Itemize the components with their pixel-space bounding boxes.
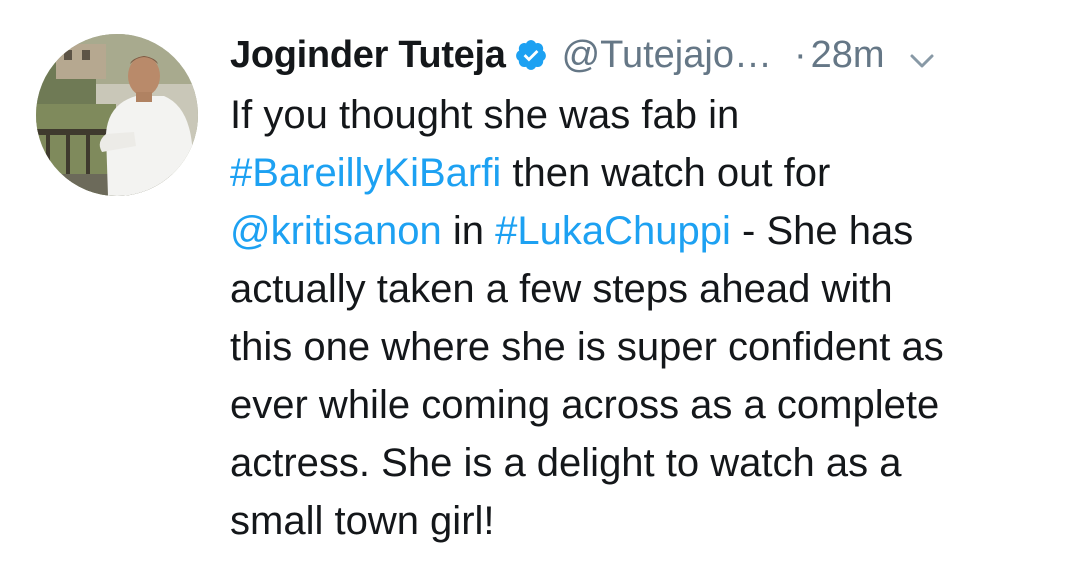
- avatar-photo: [36, 34, 198, 196]
- tweet-text-segment: actually taken a few steps ahead with: [230, 267, 893, 311]
- tweet-text-segment: - She has: [730, 209, 914, 253]
- tweet-text-segment: If you thought she was fab in: [230, 93, 740, 137]
- tweet-text-line: ever while coming across as a complete: [230, 376, 1060, 434]
- hashtag-link[interactable]: #BareillyKiBarfi: [230, 151, 501, 195]
- mention-link[interactable]: @kritisanon: [230, 209, 442, 253]
- tweet-text-segment: small town girl!: [230, 499, 495, 543]
- tweet-text: If you thought she was fab in #BareillyKi…: [230, 86, 1060, 550]
- tweet-text-line: @kritisanon in #LukaChuppi - She has: [230, 202, 1060, 260]
- tweet-content: Joginder Tuteja @Tutejajo… · 28m If you …: [230, 24, 1060, 550]
- tweet-text-segment: in: [441, 209, 496, 253]
- tweet-card: Joginder Tuteja @Tutejajo… · 28m If you …: [0, 0, 1080, 576]
- tweet-text-segment: ever while coming across as a complete: [230, 383, 940, 427]
- tweet-text-segment: then watch out for: [501, 151, 831, 195]
- tweet-text-line: If you thought she was fab in: [230, 86, 1060, 144]
- tweet-text-line: this one where she is super confident as: [230, 318, 1060, 376]
- author-name[interactable]: Joginder Tuteja: [230, 34, 506, 77]
- tweet-text-line: actress. She is a delight to watch as a: [230, 434, 1060, 492]
- tweet-text-line: #BareillyKiBarfi then watch out for: [230, 144, 1060, 202]
- chevron-down-icon[interactable]: [907, 43, 937, 73]
- timestamp[interactable]: 28m: [811, 34, 885, 77]
- tweet-header: Joginder Tuteja @Tutejajo… · 28m: [230, 24, 1060, 86]
- tweet-text-line: small town girl!: [230, 492, 1060, 550]
- author-handle[interactable]: @Tutejajo…: [562, 34, 772, 77]
- avatar[interactable]: [36, 34, 198, 196]
- separator-dot: ·: [793, 33, 807, 76]
- verified-badge-icon: [514, 38, 548, 72]
- tweet-text-segment: this one where she is super confident as: [230, 325, 944, 369]
- hashtag-link[interactable]: #LukaChuppi: [495, 209, 731, 253]
- tweet-text-segment: actress. She is a delight to watch as a: [230, 441, 902, 485]
- tweet-text-line: actually taken a few steps ahead with: [230, 260, 1060, 318]
